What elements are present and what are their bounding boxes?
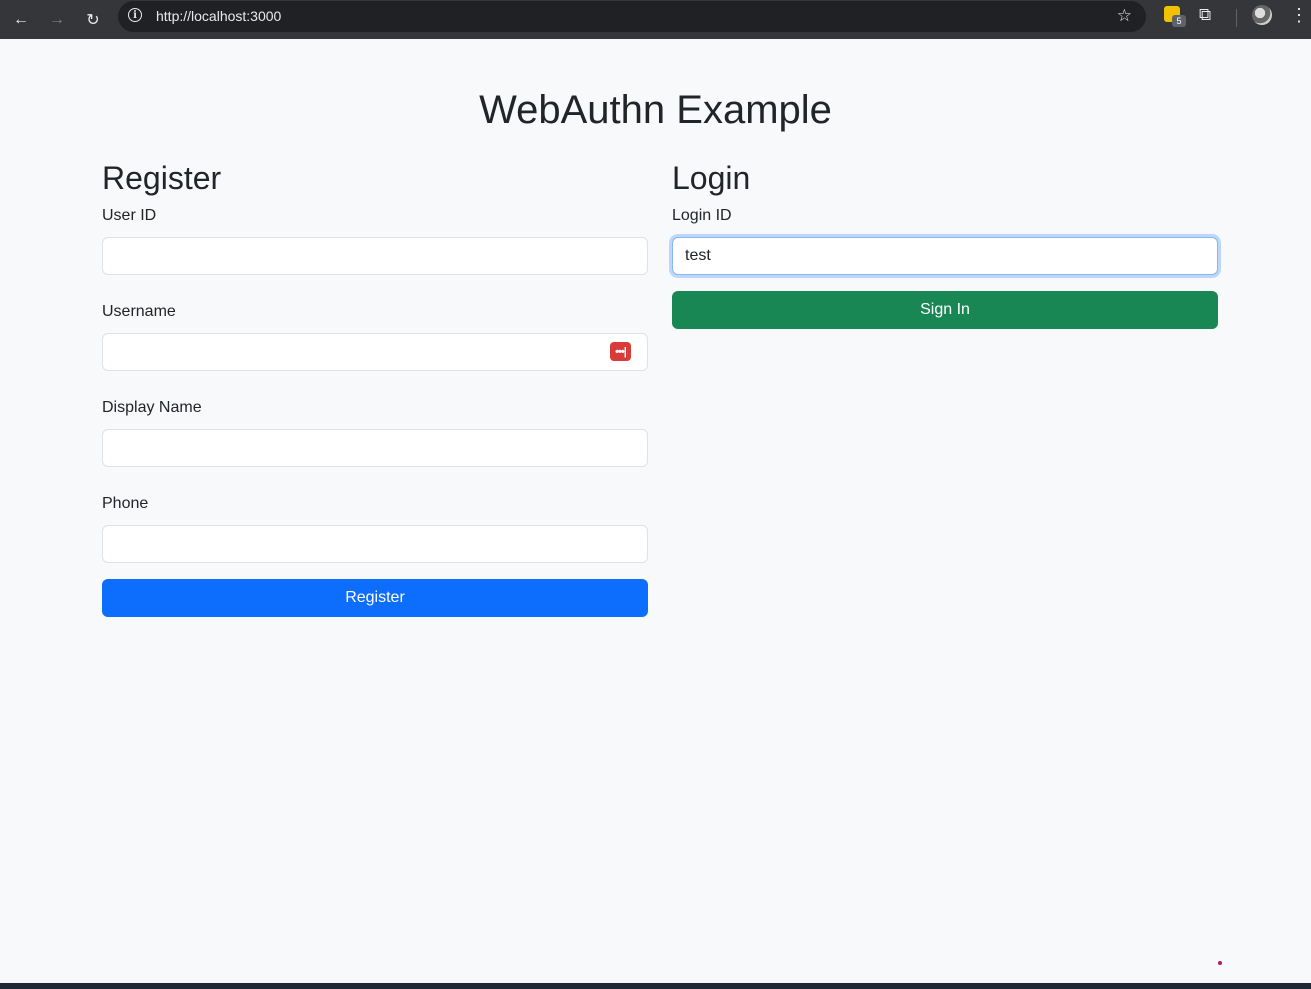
site-info-icon[interactable]: i <box>128 8 142 22</box>
user-id-input[interactable] <box>102 237 648 275</box>
username-label: Username <box>102 303 176 320</box>
browser-toolbar: ← → ↻ i http://localhost:3000 ☆ 5 ⧉ ⋮ <box>0 0 1311 39</box>
status-dot <box>1218 961 1222 965</box>
extension-badge: 5 <box>1172 15 1186 27</box>
login-section: Login Login ID Sign In <box>672 158 1218 329</box>
phone-input[interactable] <box>102 525 648 563</box>
toolbar-divider <box>1236 9 1237 27</box>
forward-icon[interactable]: → <box>42 5 72 35</box>
username-input[interactable] <box>102 333 648 371</box>
extensions-puzzle-icon[interactable]: ⧉ <box>1199 5 1211 25</box>
register-section: Register User ID Username •••| Display N… <box>102 158 648 617</box>
address-url[interactable]: http://localhost:3000 <box>156 8 281 24</box>
bookmark-star-icon[interactable]: ☆ <box>1117 6 1132 26</box>
display-name-input[interactable] <box>102 429 648 467</box>
phone-label: Phone <box>102 495 149 512</box>
profile-avatar[interactable] <box>1252 5 1272 25</box>
sign-in-button[interactable]: Sign In <box>672 291 1218 329</box>
user-id-label: User ID <box>102 207 157 224</box>
taskbar-edge <box>0 983 1311 989</box>
register-button[interactable]: Register <box>102 579 648 617</box>
back-icon[interactable]: ← <box>6 5 36 35</box>
display-name-label: Display Name <box>102 399 202 416</box>
login-id-input[interactable] <box>672 237 1218 275</box>
page-title: WebAuthn Example <box>479 88 832 132</box>
login-heading: Login <box>672 160 751 196</box>
register-heading: Register <box>102 160 222 196</box>
login-id-label: Login ID <box>672 207 732 224</box>
browser-menu-icon[interactable]: ⋮ <box>1290 5 1308 26</box>
address-bar[interactable]: i http://localhost:3000 ☆ <box>118 1 1146 32</box>
reload-icon[interactable]: ↻ <box>78 5 108 35</box>
password-manager-icon[interactable]: •••| <box>610 342 631 361</box>
